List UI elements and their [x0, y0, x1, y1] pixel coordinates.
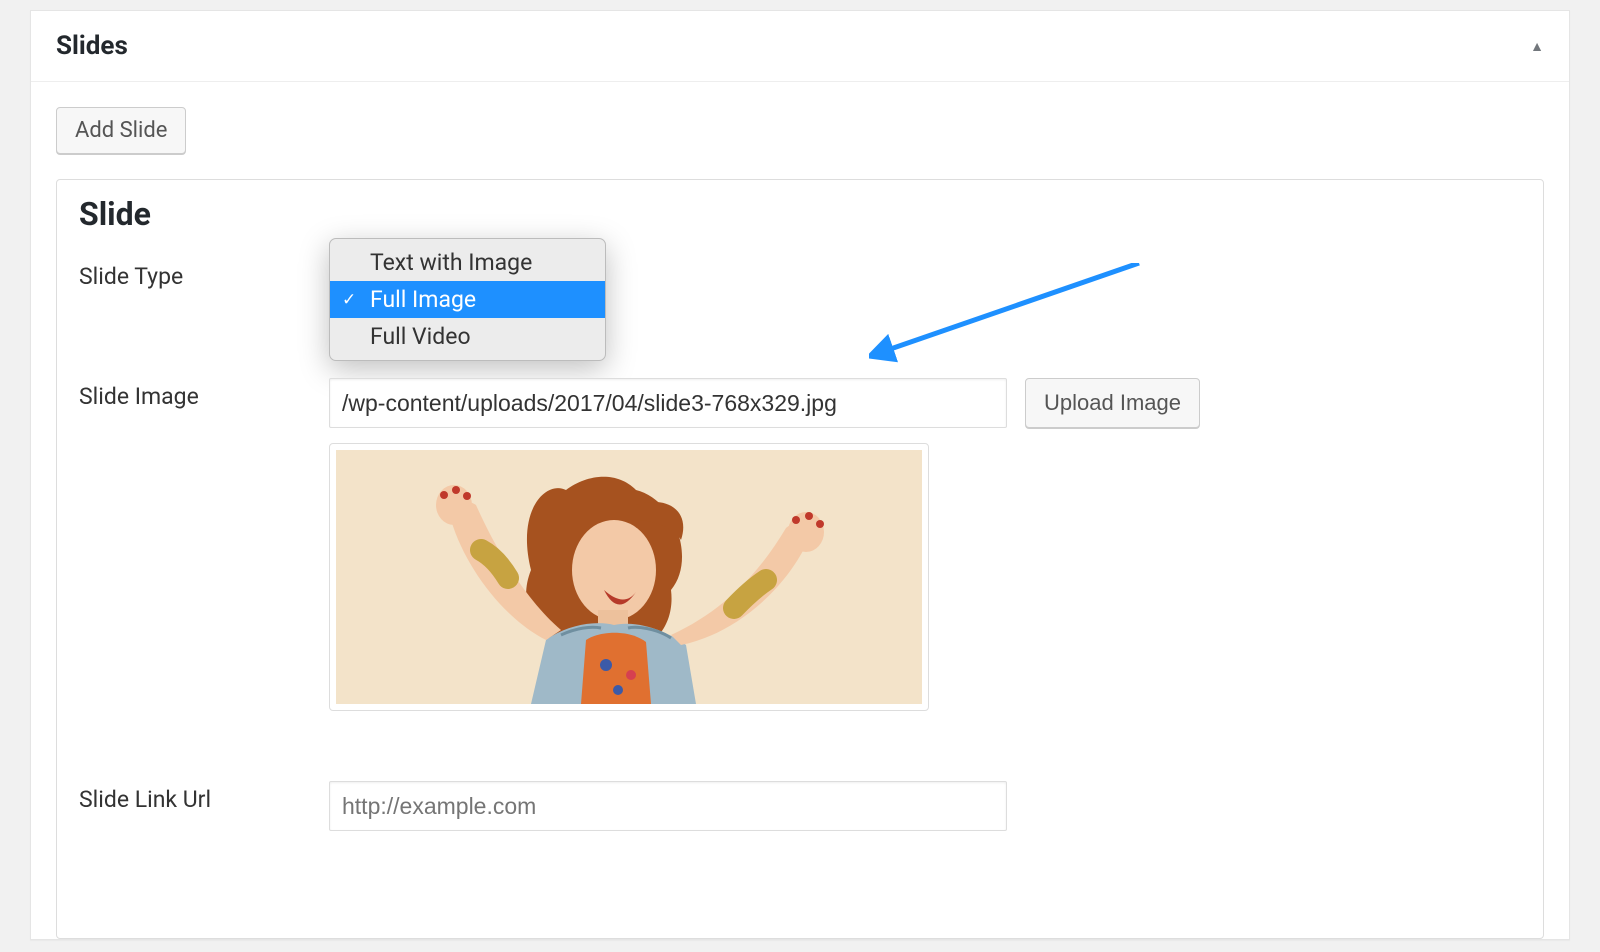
- annotation-arrow-icon: [869, 263, 1189, 383]
- slide-image-path-input[interactable]: [329, 378, 1007, 428]
- slide-link-control: [329, 781, 1521, 831]
- check-icon: ✓: [342, 290, 356, 310]
- panel-body: Add Slide Slide Slide Type Text with Ima…: [31, 82, 1569, 939]
- slides-panel: Slides ▲ Add Slide Slide Slide Type Text…: [30, 10, 1570, 940]
- slide-link-input[interactable]: [329, 781, 1007, 831]
- slide-image-preview: [329, 443, 929, 711]
- label-slide-link: Slide Link Url: [79, 781, 329, 831]
- dropdown-option-full-image[interactable]: ✓ Full Image: [330, 281, 605, 318]
- label-slide-image: Slide Image: [79, 378, 329, 711]
- dropdown-option-full-video[interactable]: Full Video: [330, 318, 605, 355]
- field-slide-type: Slide Type Text with Image ✓ Full Image …: [79, 258, 1521, 328]
- slide-image-control: Upload Image: [329, 378, 1521, 711]
- upload-image-button[interactable]: Upload Image: [1025, 378, 1200, 428]
- label-slide-type: Slide Type: [79, 258, 329, 328]
- field-slide-image: Slide Image Upload Image: [79, 378, 1521, 711]
- panel-title: Slides: [56, 31, 128, 61]
- dropdown-option-text-with-image[interactable]: Text with Image: [330, 244, 605, 281]
- panel-header: Slides ▲: [31, 11, 1569, 82]
- field-slide-link: Slide Link Url: [79, 781, 1521, 831]
- slide-type-control: Text with Image ✓ Full Image Full Video: [329, 258, 1521, 328]
- slide-container: Slide Slide Type Text with Image ✓ Full …: [56, 179, 1544, 939]
- slide-type-dropdown[interactable]: Text with Image ✓ Full Image Full Video: [329, 238, 606, 361]
- collapse-icon[interactable]: ▲: [1530, 38, 1544, 55]
- slide-heading: Slide: [79, 195, 1521, 233]
- dropdown-option-label: Full Image: [370, 286, 476, 313]
- add-slide-button[interactable]: Add Slide: [56, 107, 186, 154]
